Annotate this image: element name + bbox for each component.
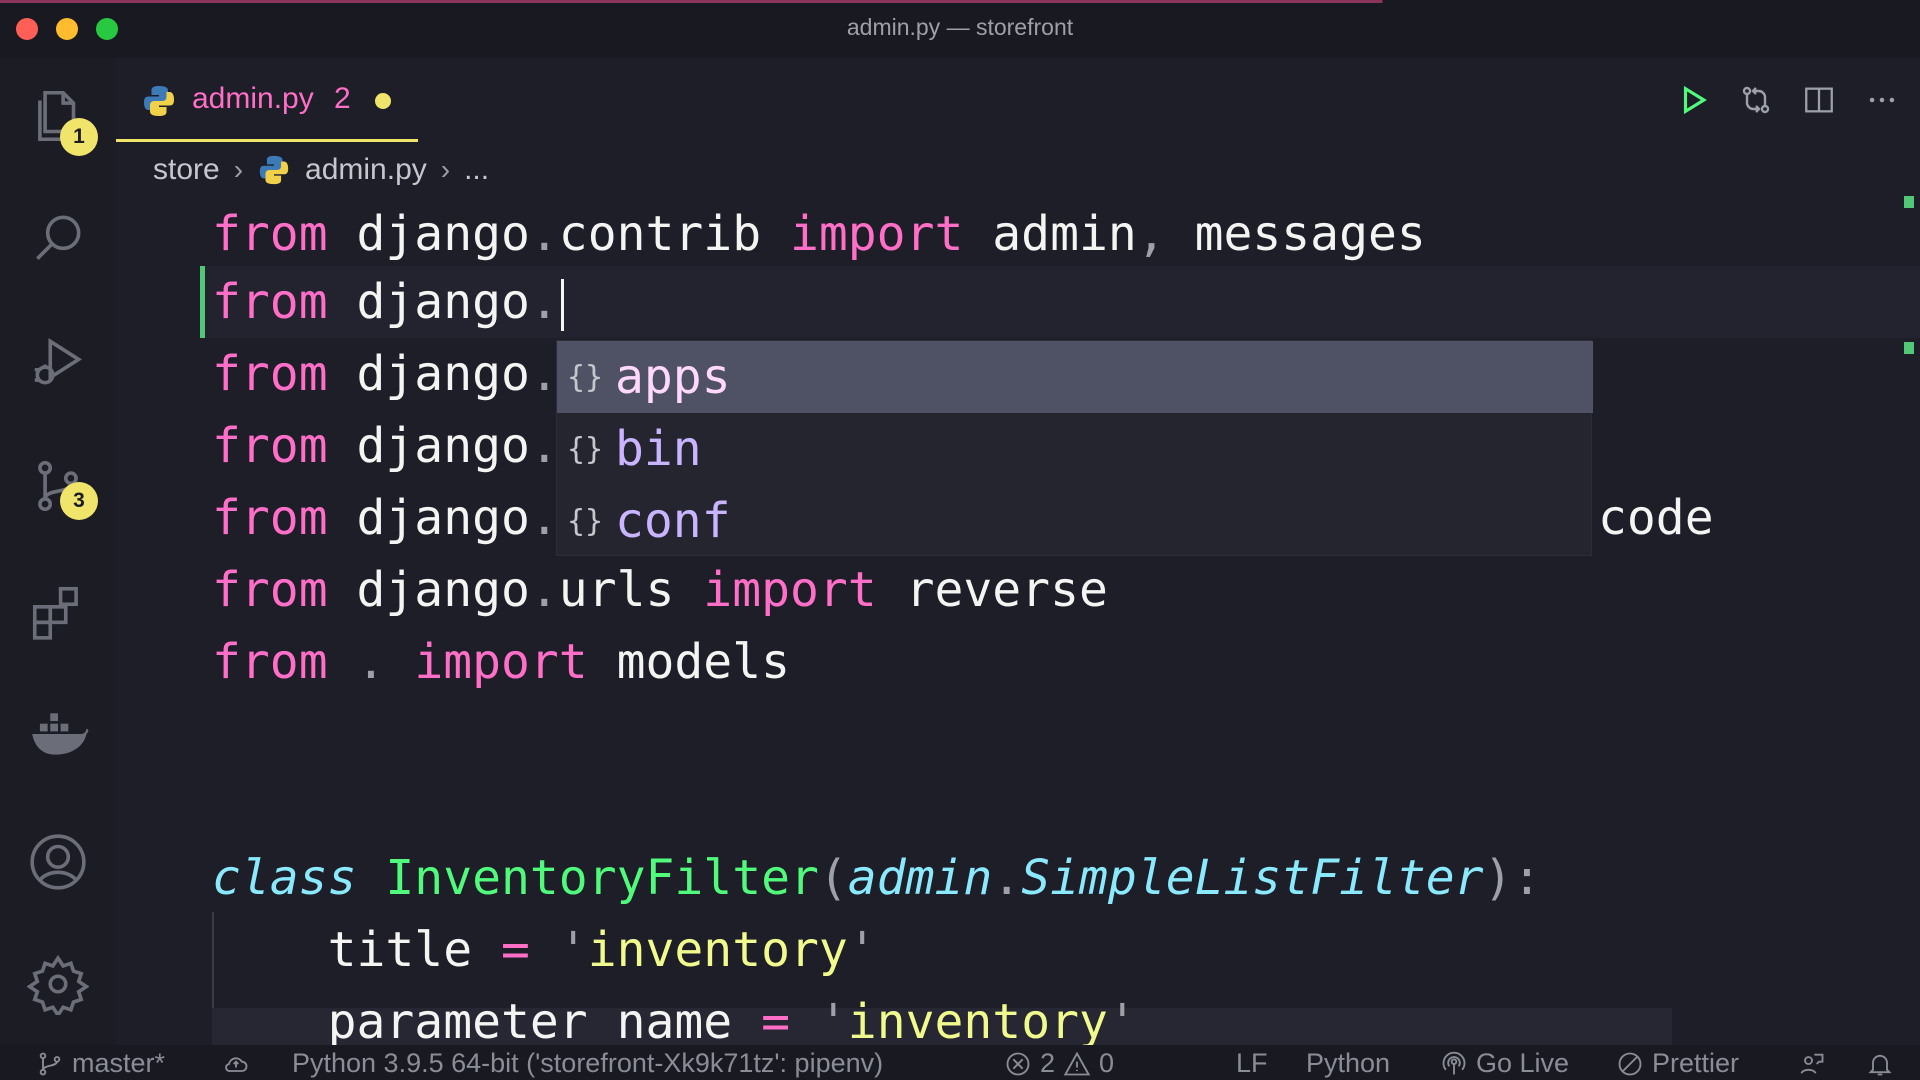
- module-braces-icon: {}: [566, 431, 604, 467]
- code-line-1: from django.contrib import admin, messag…: [212, 206, 1426, 262]
- title-accent-line: [0, 0, 1920, 3]
- error-count: 2: [1040, 1048, 1056, 1078]
- suggest-item-apps[interactable]: {} apps: [557, 341, 1593, 413]
- breadcrumb: store › admin.py › ...: [153, 150, 489, 190]
- code-line-2: from django.: [212, 266, 564, 338]
- module-braces-icon: {}: [566, 503, 604, 539]
- suggest-item-conf[interactable]: {} conf: [557, 485, 1593, 557]
- feedback-person-icon: [1800, 1053, 1824, 1074]
- warning-icon: [1063, 1051, 1091, 1075]
- breadcrumb-more[interactable]: ...: [464, 153, 489, 187]
- broadcast-icon: [1442, 1051, 1466, 1074]
- tab-filename: admin.py: [192, 82, 314, 115]
- code-line-4: from django.: [212, 418, 559, 474]
- branch-name: master*: [72, 1048, 166, 1078]
- git-branch-icon: [39, 1052, 61, 1075]
- extensions-icon[interactable]: [22, 576, 94, 648]
- suggest-label: bin: [615, 421, 702, 477]
- modified-line-gutter-mark: [200, 266, 205, 338]
- tab-admin-py[interactable]: admin.py 2: [116, 58, 418, 142]
- feedback-status[interactable]: [1798, 1047, 1826, 1080]
- accounts-icon[interactable]: [22, 826, 94, 898]
- settings-gear-icon[interactable]: [22, 948, 94, 1020]
- suggest-item-bin[interactable]: {} bin: [557, 413, 1593, 485]
- run-python-file-icon[interactable]: [1672, 78, 1716, 122]
- code-line-6: from django.urls import reverse: [212, 562, 1108, 618]
- sync-status[interactable]: [222, 1047, 250, 1080]
- explorer-icon[interactable]: 1: [22, 80, 98, 156]
- python-file-icon: [259, 155, 289, 185]
- prettier-disabled-icon: [1618, 1052, 1642, 1075]
- go-live-label: Go Live: [1476, 1048, 1570, 1078]
- explorer-badge: 1: [60, 118, 98, 156]
- tab-problem-count: 2: [334, 82, 351, 115]
- code-line-5: from django.: [212, 490, 559, 546]
- go-live-status[interactable]: Go Live: [1440, 1047, 1569, 1080]
- window-title: admin.py — storefront: [846, 14, 1074, 40]
- language-mode-status[interactable]: Python: [1306, 1047, 1390, 1080]
- breadcrumb-folder[interactable]: store: [153, 153, 220, 187]
- chevron-right-icon: ›: [440, 154, 451, 185]
- code-line-3: from django.: [212, 346, 559, 402]
- activity-bar: 1 3: [0, 58, 116, 1045]
- bell-icon: [1868, 1054, 1892, 1075]
- placeholder: [1382, 78, 1426, 122]
- chevron-right-icon: ›: [233, 154, 244, 185]
- code-line-5-tail: code: [1598, 490, 1714, 546]
- status-bar: master* Python 3.9.5 64-bit ('storefront…: [0, 1045, 1920, 1080]
- scrollbar-change-marker: [1904, 196, 1914, 208]
- open-changes-icon[interactable]: [1734, 78, 1778, 122]
- unsaved-changes-dot-icon[interactable]: [375, 93, 391, 109]
- eol-status[interactable]: LF: [1236, 1047, 1268, 1080]
- code-editor[interactable]: from django.contrib import admin, messag…: [116, 200, 1920, 1045]
- notifications-status[interactable]: [1866, 1047, 1894, 1080]
- warning-count: 0: [1099, 1048, 1115, 1078]
- more-actions-icon[interactable]: [1860, 78, 1904, 122]
- breadcrumb-file[interactable]: admin.py: [305, 153, 427, 187]
- suggest-label: conf: [615, 493, 731, 549]
- split-editor-icon[interactable]: [1797, 78, 1841, 122]
- code-line-10: class InventoryFilter(admin.SimpleListFi…: [212, 850, 1542, 906]
- run-debug-icon[interactable]: [22, 326, 94, 398]
- python-file-icon: [144, 86, 174, 116]
- autocomplete-suggest-widget: {} apps {} bin {} conf: [556, 340, 1593, 557]
- search-icon[interactable]: [22, 202, 94, 274]
- suggest-label: apps: [615, 349, 731, 405]
- code-line-11: title = 'inventory': [212, 922, 877, 978]
- code-line-7: from . import models: [212, 634, 790, 690]
- module-braces-icon: {}: [566, 359, 604, 395]
- python-interpreter-status[interactable]: Python 3.9.5 64-bit ('storefront-Xk9k71t…: [292, 1047, 883, 1080]
- prettier-status[interactable]: Prettier: [1616, 1047, 1739, 1080]
- error-icon: [1006, 1052, 1030, 1075]
- text-cursor: [560, 279, 564, 331]
- prettier-label: Prettier: [1652, 1048, 1740, 1078]
- source-control-icon[interactable]: 3: [22, 450, 98, 522]
- tab-bar: admin.py 2: [116, 58, 1920, 142]
- cloud-upload-icon: [225, 1056, 248, 1072]
- problems-status[interactable]: 2 0: [1004, 1047, 1114, 1080]
- source-control-badge: 3: [60, 482, 98, 520]
- docker-icon[interactable]: [22, 698, 94, 770]
- branch-status[interactable]: master*: [36, 1047, 165, 1080]
- scrollbar-change-marker: [1904, 342, 1914, 354]
- code-line-12: parameter_name = 'inventory': [212, 994, 1137, 1045]
- title-bar: admin.py — storefront: [0, 0, 1920, 58]
